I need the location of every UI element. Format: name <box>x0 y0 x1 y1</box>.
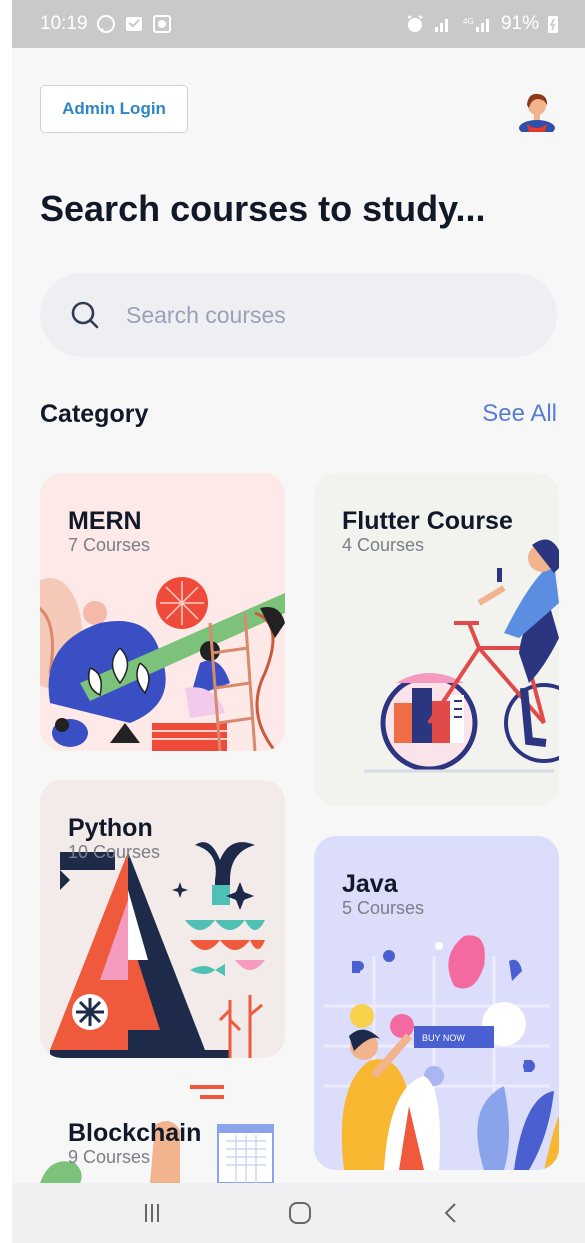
course-card-flutter[interactable]: Flutter Course 4 Courses <box>314 473 559 806</box>
back-icon[interactable] <box>436 1201 466 1225</box>
search-icon <box>71 301 99 329</box>
lte-signal-icon: 4G <box>463 17 489 32</box>
course-count: 5 Courses <box>342 898 425 918</box>
course-card-java[interactable]: BUY NOW Java 5 Courses <box>314 836 559 1170</box>
alarm-icon <box>407 15 423 32</box>
course-count: 7 Courses <box>68 535 151 555</box>
status-right: 4G 91% <box>405 13 559 35</box>
course-title: Blockchain <box>68 1119 202 1147</box>
status-bar: 10:19 4G 91% <box>12 0 585 48</box>
battery-level: 91% <box>500 13 539 34</box>
search-bar[interactable] <box>40 273 557 357</box>
category-heading: Category <box>40 400 149 428</box>
battery-icon <box>548 16 558 33</box>
whatsapp-icon <box>96 15 115 33</box>
screen-record-icon <box>152 15 171 33</box>
course-count: 9 Courses <box>68 1147 151 1167</box>
course-count: 10 Courses <box>68 842 161 862</box>
app-screen: 10:19 4G 91% Admin Login Search courses … <box>12 0 585 1243</box>
status-time: 10:19 <box>40 13 88 34</box>
course-card-blockchain[interactable]: Blockchain 9 Courses <box>40 1085 285 1183</box>
page-headline: Search courses to study... <box>40 188 486 229</box>
admin-login-button[interactable]: Admin Login <box>40 85 188 133</box>
course-title: MERN <box>68 507 142 535</box>
signal-icon <box>434 19 448 32</box>
see-all-link[interactable]: See All <box>482 400 557 428</box>
status-left: 10:19 <box>40 13 172 35</box>
mail-icon <box>125 17 142 31</box>
course-title: Flutter Course <box>342 507 513 535</box>
recents-icon[interactable] <box>137 1201 167 1225</box>
system-nav-bar <box>12 1183 585 1243</box>
course-title: Python <box>68 814 153 842</box>
buy-now-label: BUY NOW <box>422 1033 465 1043</box>
search-input[interactable] <box>124 300 508 330</box>
course-card-python[interactable]: Python 10 Courses <box>40 780 285 1058</box>
svg-text:4G: 4G <box>463 17 474 26</box>
home-icon[interactable] <box>285 1201 315 1225</box>
course-title: Java <box>342 870 398 898</box>
course-count: 4 Courses <box>342 535 425 555</box>
user-avatar[interactable] <box>517 88 557 132</box>
course-card-mern[interactable]: MERN 7 Courses <box>40 473 285 751</box>
